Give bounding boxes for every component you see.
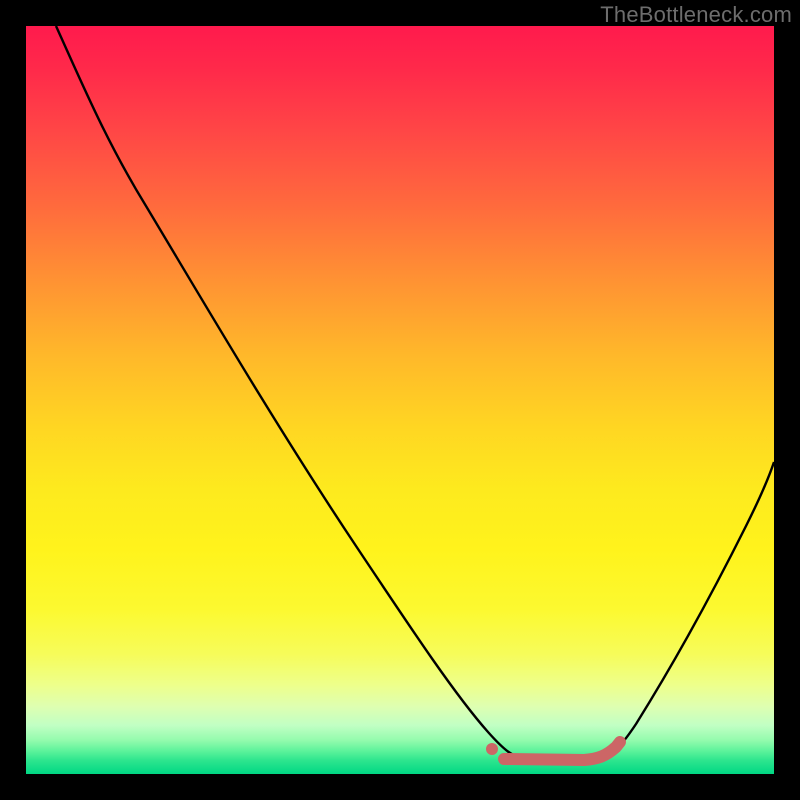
plot-area xyxy=(26,26,774,774)
watermark-text: TheBottleneck.com xyxy=(600,2,792,28)
curve-svg xyxy=(26,26,774,774)
bottleneck-curve xyxy=(56,26,774,759)
marker-dot xyxy=(486,743,498,755)
chart-frame: TheBottleneck.com xyxy=(0,0,800,800)
zero-bottleneck-band xyxy=(504,742,620,760)
